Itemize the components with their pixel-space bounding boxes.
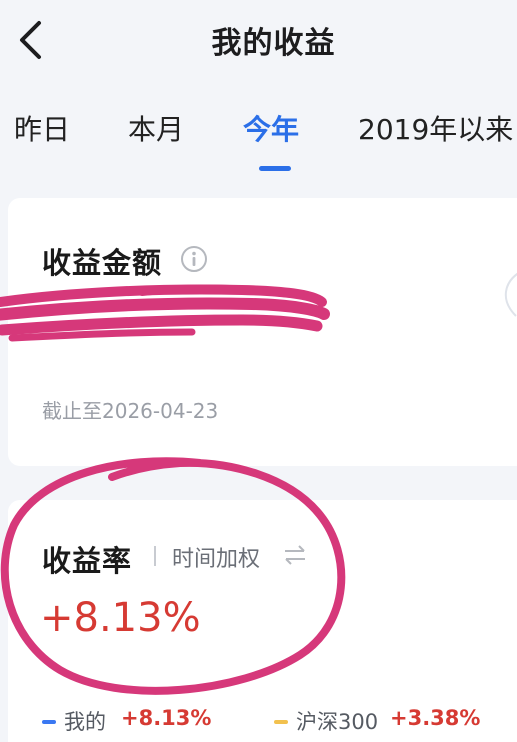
amount-title: 收益金额 — [42, 246, 163, 280]
tab-this-year[interactable]: 今年 — [243, 108, 299, 148]
tab-this-month[interactable]: 本月 — [128, 108, 184, 148]
rate-title: 收益率 — [42, 544, 133, 578]
tab-since-2019[interactable]: 2019年以来 — [358, 108, 513, 148]
as-of-date: 截止至2026-04-23 — [42, 399, 219, 423]
header: 我的收益 — [0, 0, 517, 80]
info-icon[interactable] — [180, 245, 208, 273]
legend: 我的 +8.13% 沪深300 +3.38% — [8, 704, 517, 740]
chart-edge-arc — [505, 273, 517, 317]
calc-mode-label[interactable]: 时间加权 — [172, 541, 260, 573]
screen: 我的收益 昨日 本月 今年 2019年以来 收益金额 截止至2026-04-23… — [0, 0, 517, 742]
return-rate-card: 收益率 时间加权 +8.13% 我的 +8.13% 沪深300 +3.38% — [8, 500, 517, 742]
redaction-scribble — [0, 284, 330, 342]
legend-swatch-mine — [42, 720, 56, 724]
legend-value-mine: +8.13% — [121, 706, 212, 730]
title-divider — [154, 546, 156, 566]
legend-label-csi300: 沪深300 — [296, 710, 379, 734]
legend-label-mine: 我的 — [64, 710, 106, 734]
tab-yesterday[interactable]: 昨日 — [14, 108, 70, 148]
swap-icon[interactable] — [282, 544, 308, 566]
legend-swatch-csi300 — [274, 720, 288, 724]
active-tab-indicator — [259, 166, 291, 171]
legend-value-csi300: +3.38% — [390, 706, 481, 730]
return-rate-value: +8.13% — [40, 595, 201, 641]
page-title: 我的收益 — [211, 26, 336, 61]
